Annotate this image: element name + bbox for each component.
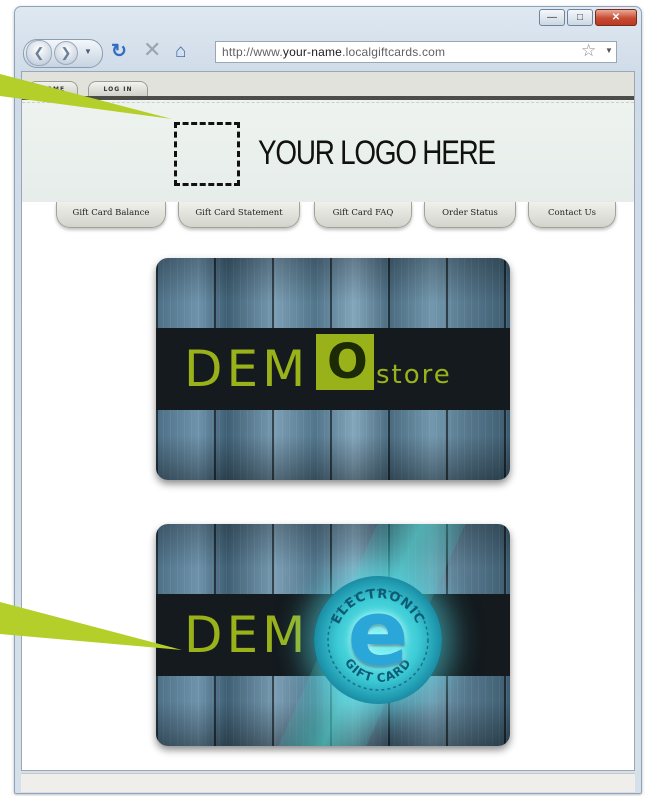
- minimize-button[interactable]: —: [539, 9, 565, 26]
- browser-toolbar: ❮ ❯ ▼ ↻ ✕ ⌂ http://www.your-name.localgi…: [15, 31, 641, 71]
- card-brand-text: DEM: [184, 340, 310, 398]
- gift-card-electronic[interactable]: DEM re ELECTRONIC GIFT CARD: [156, 524, 510, 746]
- card-o-box: O: [316, 334, 374, 390]
- url-suffix: .localgiftcards.com: [342, 45, 446, 59]
- menu-gift-card-faq[interactable]: Gift Card FAQ: [314, 202, 412, 228]
- logo-text: YOUR LOGO HERE: [258, 134, 496, 172]
- card-logo-band: DEM O store: [156, 328, 510, 410]
- tab-log-in[interactable]: LOG IN: [88, 81, 148, 97]
- home-icon[interactable]: ⌂: [175, 42, 186, 62]
- address-bar[interactable]: http://www.your-name.localgiftcards.com: [215, 41, 617, 63]
- history-dropdown-icon[interactable]: ▼: [84, 47, 92, 56]
- maximize-button[interactable]: □: [567, 9, 593, 26]
- menu-gift-card-statement[interactable]: Gift Card Statement: [178, 202, 300, 228]
- menu-gift-card-balance[interactable]: Gift Card Balance: [56, 202, 166, 228]
- window-controls: — □ ✕: [539, 9, 637, 26]
- logo-placeholder: [174, 122, 240, 186]
- stop-icon[interactable]: ✕: [143, 39, 161, 61]
- card-o-letter: O: [327, 334, 368, 390]
- url-prefix: http://www.: [222, 45, 283, 59]
- top-tab-strip: HOME LOG IN: [22, 72, 634, 98]
- header-banner: YOUR LOGO HERE: [22, 100, 634, 203]
- status-bar: [21, 773, 635, 792]
- url-domain: your-name: [282, 45, 343, 59]
- bookmark-star-icon[interactable]: ☆: [581, 41, 596, 61]
- reload-icon[interactable]: ↻: [111, 42, 127, 62]
- menu-contact-us[interactable]: Contact Us: [528, 202, 616, 228]
- electronic-gift-card-seal: ELECTRONIC GIFT CARD e: [314, 576, 442, 704]
- tab-home[interactable]: HOME: [28, 81, 78, 97]
- card-brand-text: DEM: [184, 606, 310, 664]
- close-button[interactable]: ✕: [595, 9, 637, 26]
- nav-buttons: ❮ ❯ ▼: [23, 39, 103, 68]
- gift-card-physical[interactable]: DEM O store: [156, 258, 510, 480]
- bookmark-dropdown-icon[interactable]: ▼: [605, 46, 613, 55]
- card-store-text: store: [376, 360, 452, 390]
- page-viewport: HOME LOG IN YOUR LOGO HERE Gift Card Bal…: [21, 71, 635, 771]
- back-button[interactable]: ❮: [26, 40, 52, 66]
- seal-e-letter: e: [347, 581, 409, 686]
- browser-window: — □ ✕ ❮ ❯ ▼ ↻ ✕ ⌂ http://www.your-name.l…: [14, 6, 642, 794]
- forward-button[interactable]: ❯: [54, 41, 78, 65]
- main-menu: Gift Card Balance Gift Card Statement Gi…: [22, 202, 634, 236]
- menu-order-status[interactable]: Order Status: [424, 202, 516, 228]
